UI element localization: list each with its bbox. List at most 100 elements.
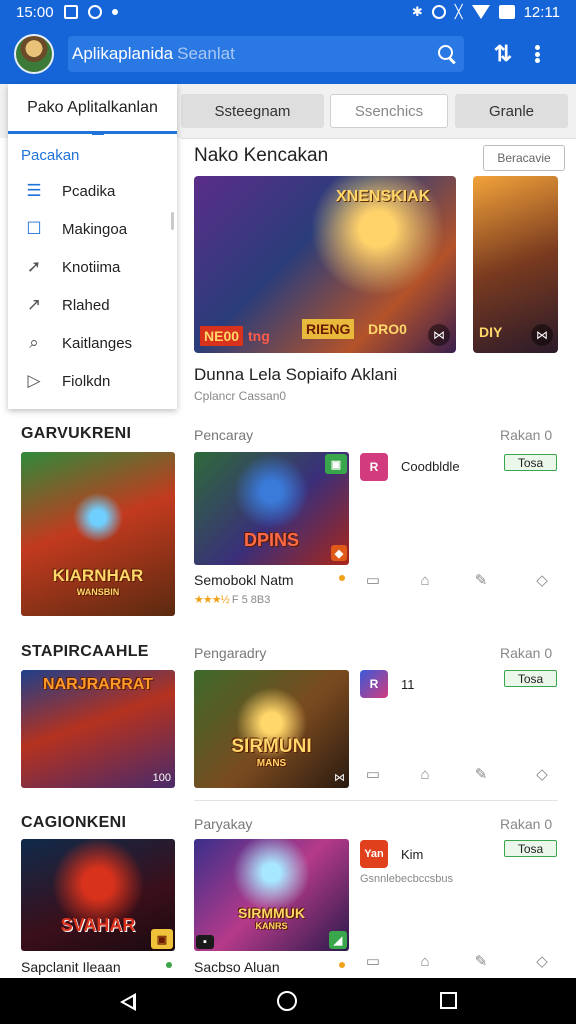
thumb-counter: 100 (152, 772, 171, 784)
install-button[interactable]: Tosa (504, 840, 557, 857)
tag-icon[interactable]: ◇ (533, 571, 551, 589)
bookmark-icon[interactable]: ▭ (364, 571, 382, 589)
drawer-item-3[interactable]: ➚ Knotiima (8, 248, 177, 286)
tag-icon[interactable]: ◇ (533, 952, 551, 970)
badge-icon: ▪ (196, 935, 214, 949)
app-description: Gsnnlebecbccsbus (360, 873, 453, 885)
home-icon[interactable]: ⌂ (416, 571, 434, 589)
section-category: Paryakay (194, 816, 253, 832)
app-name[interactable]: 11 (401, 677, 415, 692)
status-dot (339, 575, 345, 581)
alarm-icon (431, 5, 446, 19)
thumb-title: KIARNHAR (52, 566, 144, 585)
notification-dot-icon (111, 9, 118, 15)
section-category: Pengaradry (194, 645, 267, 661)
app-title: Aplikaplanida (72, 44, 174, 63)
edit-icon[interactable]: ✎ (472, 952, 490, 970)
game-name[interactable]: Semobokl Natm (194, 572, 294, 588)
search-icon[interactable] (436, 43, 458, 65)
drawer-item-6[interactable]: ▷ Fiolkdn (8, 362, 177, 400)
divider (181, 138, 576, 139)
game-name[interactable]: Sapclanit Ileaan (21, 959, 121, 975)
status-dot (339, 962, 345, 968)
featured-hero-image-2[interactable]: DIY ⋈ (473, 176, 558, 353)
featured-hero-image[interactable]: XNENSKIAK NE00 tng RIENG DRO0 ⋈ (194, 176, 456, 353)
tab-granle[interactable]: Granle (455, 94, 568, 128)
share-icon[interactable]: ⋈ (428, 324, 450, 346)
drawer-item-5[interactable]: ⌕ Kaitlanges (8, 324, 177, 362)
install-button[interactable]: Tosa (504, 454, 557, 471)
badge-icon: ◆ (331, 545, 347, 561)
section-rank: Rakan 0 (500, 816, 553, 832)
tag-icon[interactable]: ◇ (533, 765, 551, 783)
rating-count: F 5 8B3 (231, 594, 271, 606)
drawer-heading: Pacakan (21, 147, 80, 164)
more-vert-icon[interactable] (532, 42, 542, 66)
featured-button[interactable]: Beracavie (483, 145, 565, 171)
app-icon[interactable]: Yan (360, 840, 388, 868)
app-bar: Aplikaplanida ⇅ (0, 24, 576, 84)
thumb-title: NARJRARRAT (43, 676, 153, 693)
badge-icon: ▣ (151, 929, 173, 949)
game-thumbnail[interactable]: SIRMMUK KANRS ▪ ◢ (194, 839, 349, 951)
status-time: 15:00 (16, 3, 54, 21)
share-icon[interactable]: ⋈ (334, 771, 345, 784)
game-thumbnail[interactable]: KIARNHAR WANSBIN (21, 452, 175, 616)
edit-icon[interactable]: ✎ (472, 765, 490, 783)
scrollbar[interactable] (171, 212, 174, 230)
section-title: STAPIRCAAHLE (21, 643, 149, 660)
drawer-item-2[interactable]: ☐ Makingoa (8, 210, 177, 248)
sync-icon (87, 5, 102, 19)
tab-ssenchics[interactable]: Ssenchics (330, 94, 448, 128)
badge-icon: ◢ (329, 931, 347, 949)
drawer-item-label: Makingoa (62, 220, 128, 238)
back-icon[interactable] (120, 993, 136, 1011)
menu-icon: ☰ (26, 181, 42, 200)
bookmark-icon[interactable]: ▭ (364, 765, 382, 783)
badge-icon: ▣ (325, 454, 347, 474)
share-icon[interactable]: ⋈ (531, 324, 553, 346)
search-icon: ⌕ (29, 333, 39, 352)
game-name[interactable]: Sacbso Aluan (194, 959, 280, 975)
tab-active[interactable]: Pako Aplitalkanlan (8, 84, 177, 135)
thumb-subtitle: WANSBIN (76, 587, 120, 597)
bookmark-icon[interactable]: ▭ (364, 952, 382, 970)
home-icon[interactable]: ⌂ (416, 952, 434, 970)
install-button[interactable]: Tosa (504, 670, 557, 687)
game-rating: ★★★½ F 5 8B3 (194, 593, 270, 606)
edit-icon[interactable]: ✎ (472, 571, 490, 589)
search-input[interactable] (177, 44, 368, 64)
home-circle-icon[interactable] (277, 991, 297, 1011)
section-rank: Rakan 0 (500, 645, 553, 661)
app-name[interactable]: Coodbldle (401, 459, 460, 474)
drawer-item-label: Fiolkdn (62, 372, 111, 390)
avatar[interactable] (14, 34, 54, 74)
hero-tag: RIENG (302, 319, 355, 339)
featured-title: Nako Kencakan (194, 145, 329, 166)
share-arrow-icon: ➚ (26, 257, 42, 276)
drawer-item-4[interactable]: ↗ Rlahed (8, 286, 177, 324)
wifi-icon (471, 5, 490, 19)
drawer-item-1[interactable]: ☰ Pcadika (8, 172, 177, 210)
recents-icon[interactable] (440, 992, 457, 1009)
drawer-item-label: Pcadika (62, 182, 116, 200)
game-thumbnail[interactable]: NARJRARRAT 100 (21, 670, 175, 788)
section-category: Pencaray (194, 427, 254, 443)
game-thumbnail[interactable]: DPINS ▣ ◆ (194, 452, 349, 565)
system-nav-bar (0, 978, 576, 1024)
drawer-item-label: Rlahed (62, 296, 110, 314)
game-thumbnail[interactable]: SIRMUNI MANS ⋈ (194, 670, 349, 788)
thumb-title: DPINS (243, 530, 299, 550)
game-thumbnail[interactable]: SVAHAR ▣ (21, 839, 175, 951)
app-icon[interactable]: R (360, 453, 388, 481)
featured-subtitle: Cplancr Cassan0 (194, 389, 287, 403)
app-name[interactable]: Kim (401, 847, 423, 862)
thumb-title: SIRMMUK (238, 905, 305, 921)
featured-game-name[interactable]: Dunna Lela Sopiaifo Aklani (194, 365, 397, 385)
sort-arrows-icon[interactable]: ⇅ (490, 42, 516, 66)
app-icon[interactable]: R (360, 670, 388, 698)
tab-ssteegnam[interactable]: Ssteegnam (181, 94, 324, 128)
search-bar[interactable]: Aplikaplanida (68, 36, 464, 72)
divider (194, 800, 558, 801)
home-icon[interactable]: ⌂ (416, 765, 434, 783)
